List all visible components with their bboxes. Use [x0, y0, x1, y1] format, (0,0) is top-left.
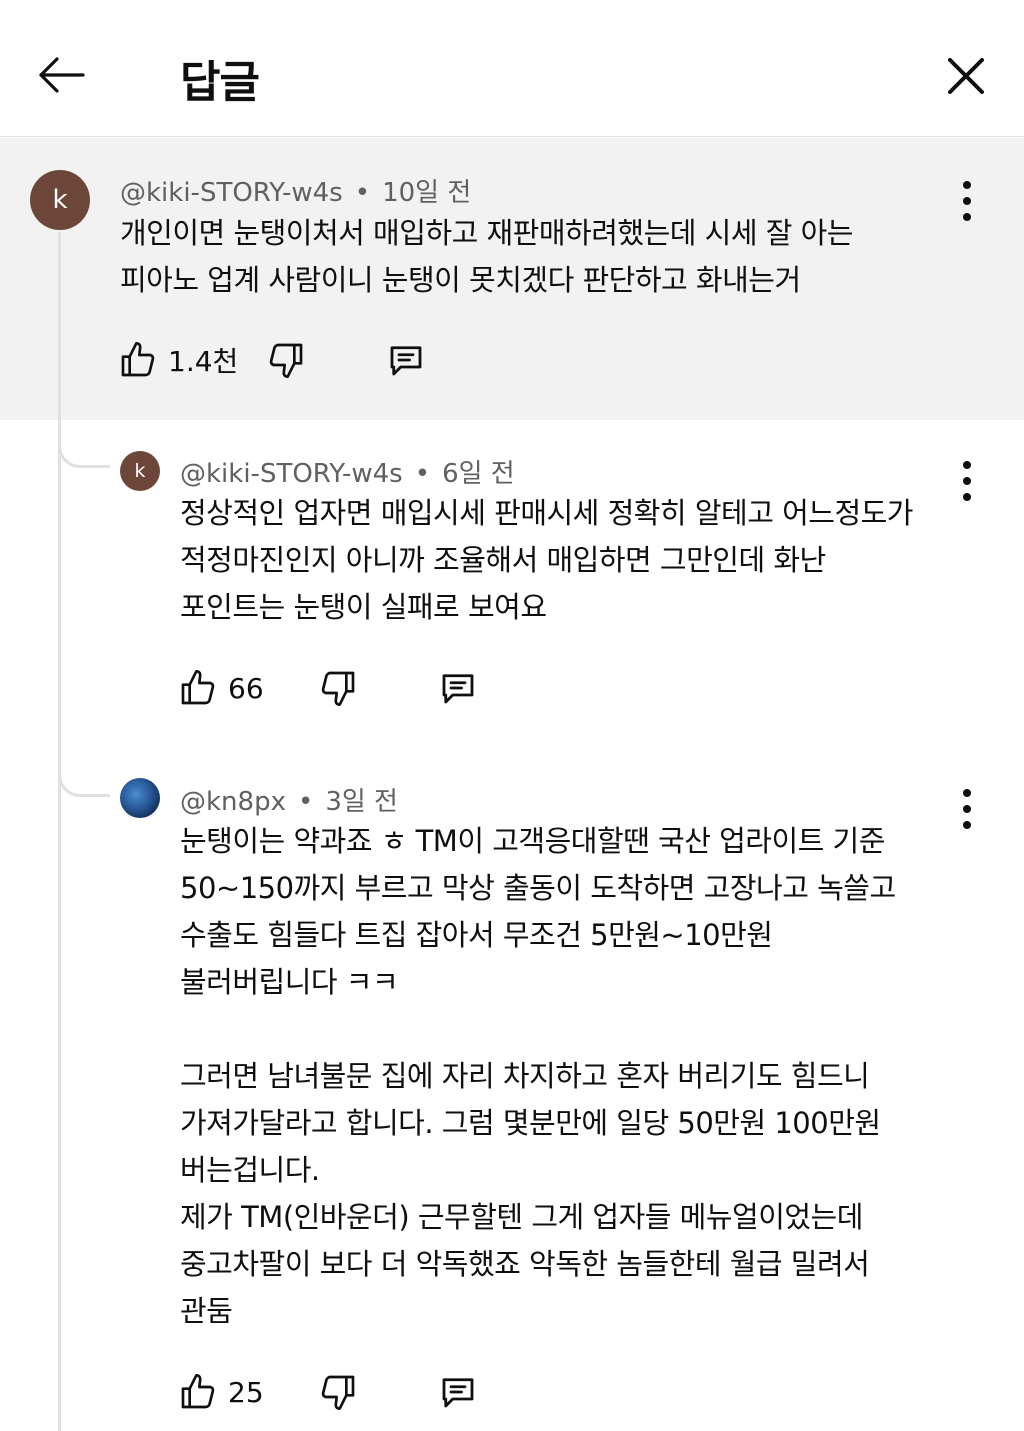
more-vertical-icon[interactable] [957, 181, 977, 221]
avatar[interactable]: k [30, 170, 90, 230]
comment-line: 50~150까지 부르고 막상 출동이 도착하면 고장나고 녹쓸고 [180, 871, 896, 905]
comment-meta: @kn8px • 3일 전 [180, 781, 398, 818]
comment-actions: 1.4천 [116, 336, 428, 384]
comment-line: 적정마진인지 아니까 조율해서 매입하면 그만인데 화난 [180, 543, 826, 577]
comment-line: 버는겁니다. [180, 1153, 320, 1187]
thumbs-down-icon[interactable] [316, 1370, 360, 1414]
comment-line: 눈탱이는 약과죠 ㅎ TM이 고객응대할땐 국산 업라이트 기준 [180, 824, 885, 858]
comment-body: 개인이면 눈탱이처서 매입하고 재판매하려했는데 시세 잘 아는 피아노 업계 … [120, 210, 854, 304]
like-count: 66 [228, 671, 264, 705]
author-handle[interactable]: @kiki-STORY-w4s [120, 178, 343, 208]
arrow-left-icon [39, 57, 85, 93]
comment-line: 정상적인 업자면 매입시세 판매시세 정확히 알테고 어느정도가 [180, 496, 914, 530]
comment-line: 그러면 남녀불문 집에 자리 차지하고 혼자 버리기도 힘드니 [180, 1059, 870, 1093]
comment-line: 가져가달라고 합니다. 그럼 몇분만에 일당 50만원 100만원 [180, 1106, 881, 1140]
meta-separator: • [414, 459, 431, 489]
page-title: 답글 [180, 57, 260, 108]
comment-line: 수출도 힘들다 트집 잡아서 무조건 5만원~10만원 [180, 918, 773, 952]
thread-connector [58, 749, 110, 797]
comment-line: 불러버립니다 ㅋㅋ [180, 965, 399, 999]
close-button[interactable] [940, 50, 992, 102]
meta-separator: • [354, 178, 371, 208]
comment-time: 6일 전 [442, 459, 515, 489]
author-handle[interactable]: @kiki-STORY-w4s [180, 459, 403, 489]
back-button[interactable] [32, 50, 88, 100]
comment-time: 10일 전 [382, 178, 472, 208]
comment-line: 제가 TM(인바운더) 근무할텐 그게 업자들 메뉴얼이었는데 [180, 1200, 863, 1234]
comment-blank-line [180, 1006, 896, 1053]
comment-line: 피아노 업계 사람이니 눈탱이 못치겠다 판단하고 화내는거 [120, 263, 801, 297]
thumbs-up-icon[interactable] [176, 666, 220, 710]
close-icon [948, 58, 984, 94]
thumbs-up-icon[interactable] [176, 1370, 220, 1414]
replies-header: 답글 [0, 0, 1024, 137]
comment-actions: 66 [176, 664, 480, 712]
comment-line: 중고차팔이 보다 더 악독했죠 악독한 놈들한테 월급 밀려서 [180, 1247, 870, 1281]
comment-actions: 25 [176, 1368, 480, 1416]
avatar-letter: k [52, 185, 68, 215]
comment-line: 관둠 [180, 1294, 233, 1328]
meta-separator: • [297, 787, 314, 817]
reply-comment-icon[interactable] [436, 1370, 480, 1414]
more-vertical-icon[interactable] [957, 461, 977, 501]
like-count: 25 [228, 1375, 264, 1409]
more-vertical-icon[interactable] [957, 789, 977, 829]
globe-avatar[interactable] [120, 778, 160, 818]
comment-body: 정상적인 업자면 매입시세 판매시세 정확히 알테고 어느정도가 적정마진인지 … [180, 490, 914, 631]
thumbs-down-icon[interactable] [316, 666, 360, 710]
thread-connector [58, 420, 110, 468]
author-handle[interactable]: @kn8px [180, 787, 286, 817]
thumbs-up-icon[interactable] [116, 338, 160, 382]
reply-comment-icon[interactable] [384, 338, 428, 382]
avatar[interactable]: k [120, 451, 160, 491]
comment-body: 눈탱이는 약과죠 ㅎ TM이 고객응대할땐 국산 업라이트 기준 50~150까… [180, 818, 896, 1335]
like-count: 1.4천 [168, 345, 239, 378]
comment-time: 3일 전 [325, 787, 398, 817]
thread-line [58, 232, 61, 1431]
comment-line: 개인이면 눈탱이처서 매입하고 재판매하려했는데 시세 잘 아는 [120, 216, 854, 250]
reply-comment-icon[interactable] [436, 666, 480, 710]
comment-line: 포인트는 눈탱이 실패로 보여요 [180, 590, 547, 624]
thumbs-down-icon[interactable] [264, 338, 308, 382]
comment-meta: @kiki-STORY-w4s • 6일 전 [180, 453, 515, 490]
comment-meta: @kiki-STORY-w4s • 10일 전 [120, 172, 471, 209]
avatar-letter: k [134, 460, 146, 482]
